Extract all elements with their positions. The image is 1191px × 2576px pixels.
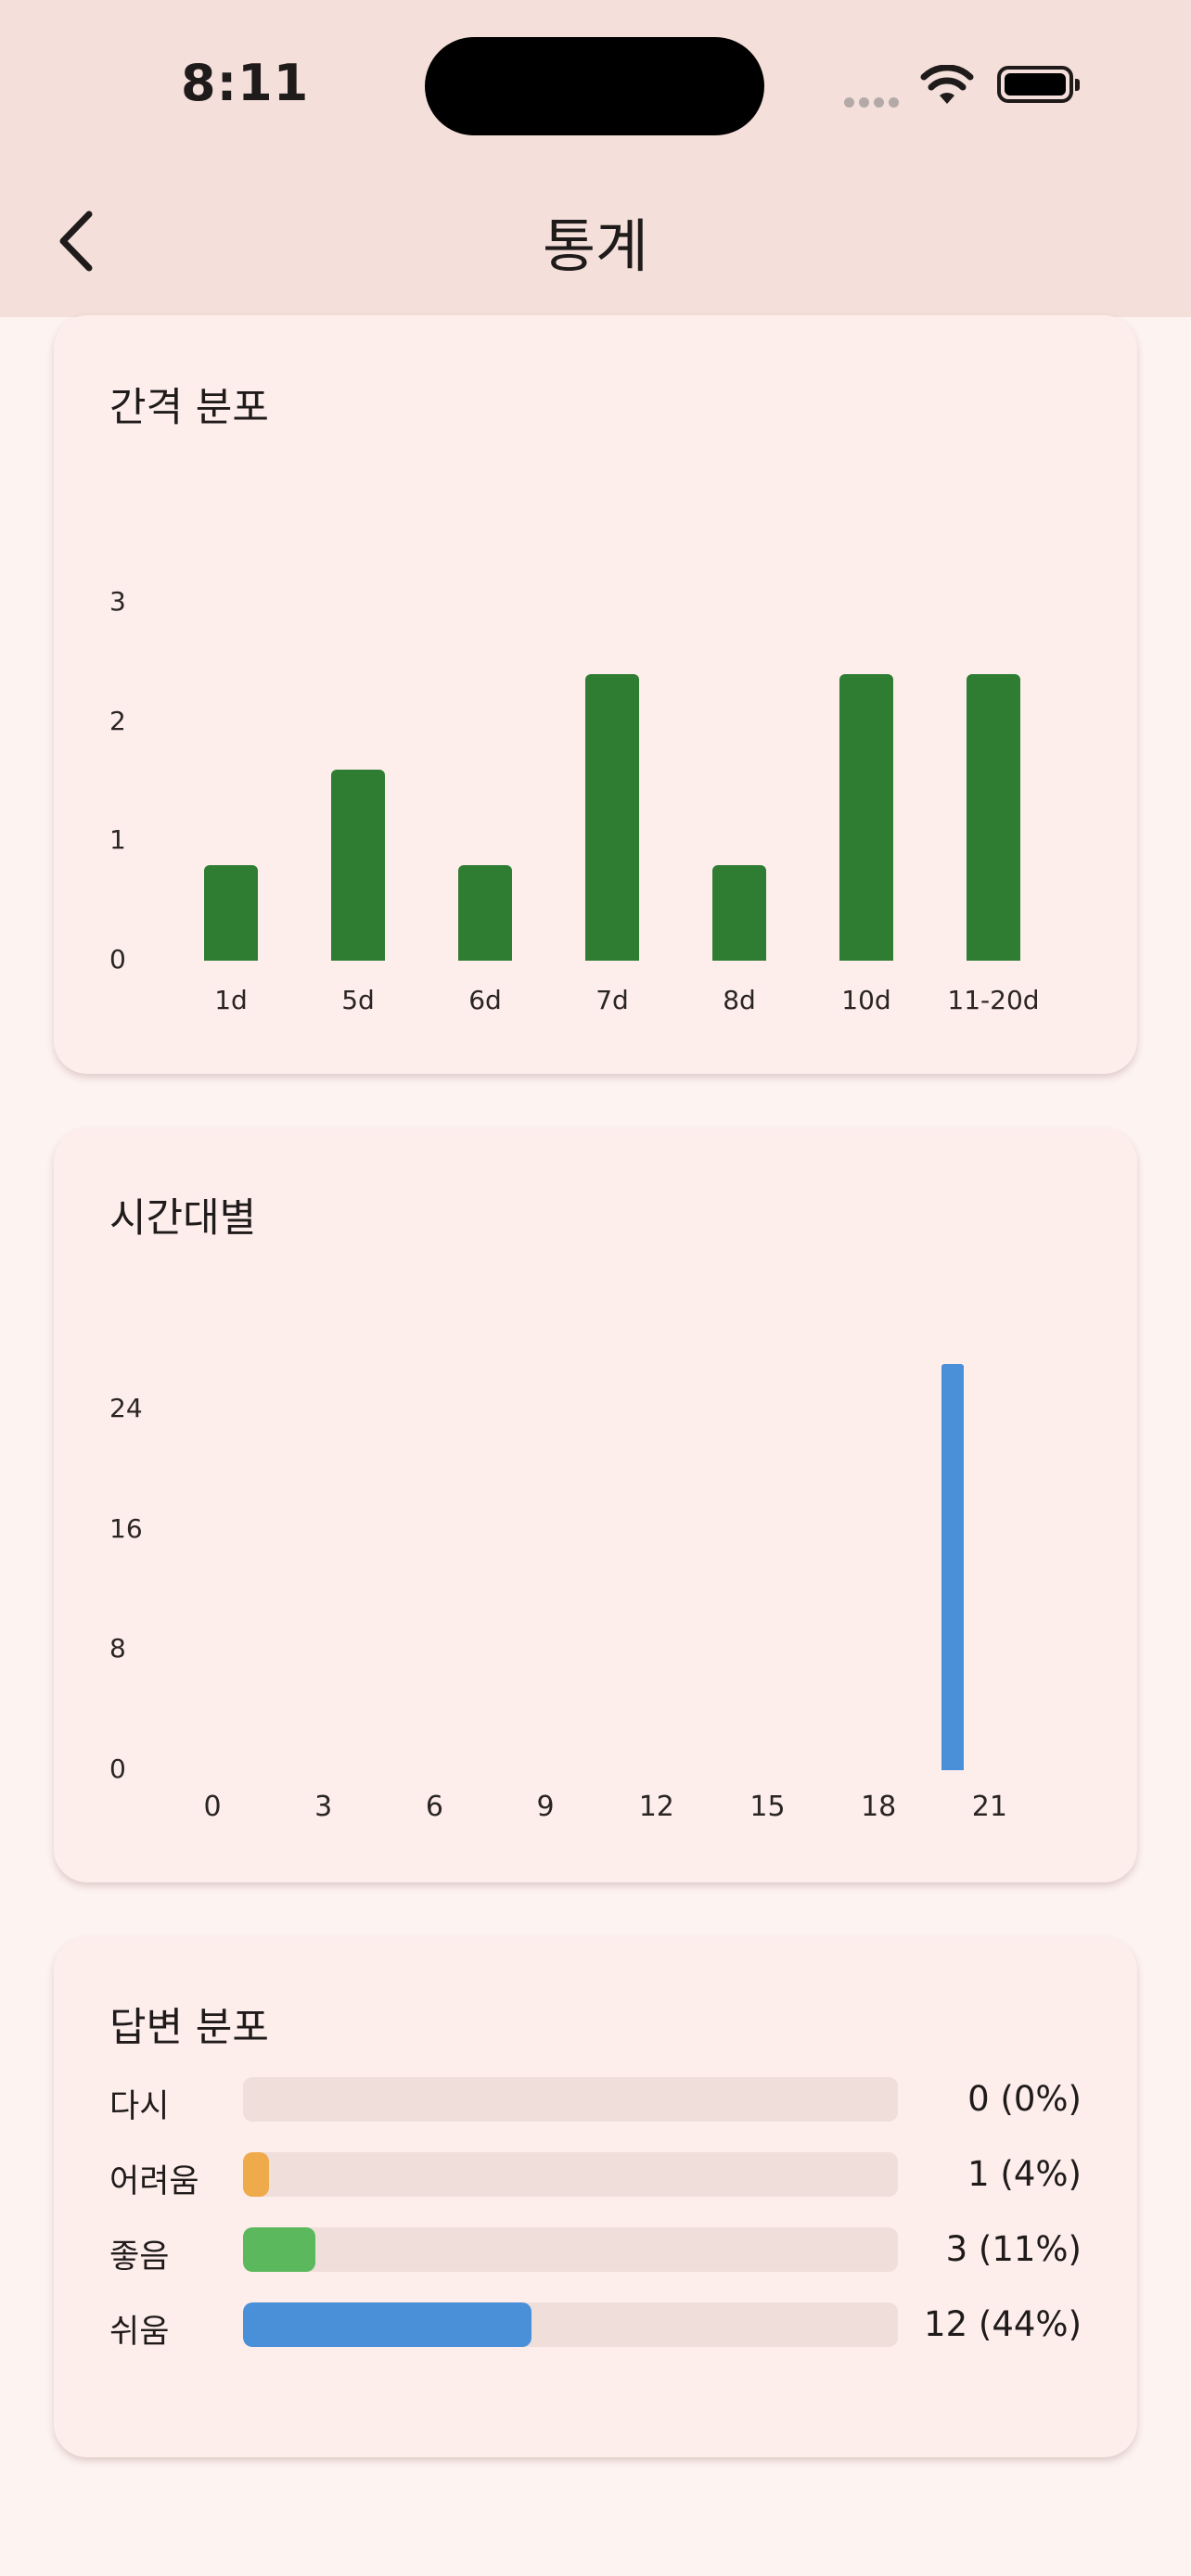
x-axis-tick: 10d — [841, 985, 891, 1015]
x-axis-tick: 18 — [861, 1791, 897, 1823]
x-axis-tick: 6 — [425, 1791, 443, 1823]
x-axis-tick: 1d — [214, 985, 248, 1015]
wifi-icon — [920, 65, 974, 104]
hourly-card: 시간대별 0 8 16 24 0 3 6 9 12 15 18 21 — [54, 1129, 1137, 1882]
app-header: 8:11 통계 — [0, 0, 1191, 317]
interval-bar — [839, 674, 893, 961]
y-axis-tick: 0 — [109, 1753, 126, 1784]
x-axis-tick: 9 — [536, 1791, 555, 1823]
dynamic-island — [425, 37, 764, 135]
interval-bar — [967, 674, 1020, 961]
y-axis-tick: 0 — [109, 944, 126, 975]
interval-bar — [458, 865, 512, 961]
y-axis-tick: 16 — [109, 1512, 143, 1544]
interval-distribution-card: 간격 분포 0 1 2 3 1d 5d 6d 7d 8d 10d 11-20d — [54, 315, 1137, 1074]
answer-count: 1 (4%) — [967, 2154, 1082, 2194]
x-axis-tick: 5d — [341, 985, 375, 1015]
answer-count: 0 (0%) — [967, 2079, 1082, 2119]
answer-progress-bar — [243, 2077, 898, 2122]
cellular-signal-icon — [844, 94, 903, 111]
interval-bar — [331, 770, 385, 961]
y-axis-tick: 24 — [109, 1393, 143, 1423]
x-axis-tick: 7d — [596, 985, 629, 1015]
x-axis-tick: 21 — [971, 1791, 1007, 1823]
answer-label: 어려움 — [109, 2163, 199, 2200]
card-title: 간격 분포 — [109, 385, 269, 431]
y-axis-tick: 8 — [109, 1633, 126, 1664]
answer-count: 3 (11%) — [945, 2229, 1082, 2269]
answer-label: 쉬움 — [109, 2314, 170, 2351]
answer-label: 다시 — [109, 2088, 170, 2125]
x-axis-tick: 3 — [314, 1791, 333, 1823]
page-title: 통계 — [542, 212, 649, 280]
battery-icon — [997, 66, 1080, 103]
status-time: 8:11 — [181, 54, 310, 112]
answer-progress-bar — [243, 2227, 898, 2272]
interval-bar — [585, 674, 639, 961]
answer-progress-fill — [243, 2302, 531, 2347]
x-axis-tick: 6d — [468, 985, 502, 1015]
x-axis-tick: 8d — [723, 985, 756, 1015]
hourly-bar — [941, 1364, 964, 1770]
answer-label: 좋음 — [109, 2238, 170, 2276]
answer-progress-bar — [243, 2302, 898, 2347]
interval-bar — [204, 865, 258, 961]
answer-progress-bar — [243, 2152, 898, 2197]
y-axis-tick: 2 — [109, 705, 126, 736]
card-title: 시간대별 — [109, 1195, 257, 1242]
answer-count: 12 (44%) — [924, 2304, 1082, 2344]
y-axis-tick: 1 — [109, 824, 126, 856]
answer-distribution-card: 답변 분포 다시 0 (0%) 어려움 1 (4%) 좋음 3 (11%) 쉬움 12 (44… — [54, 1937, 1137, 2457]
x-axis-tick: 0 — [203, 1791, 222, 1823]
card-title: 답변 분포 — [109, 2005, 269, 2051]
answer-progress-fill — [243, 2152, 270, 2197]
x-axis-tick: 15 — [749, 1791, 786, 1823]
answer-progress-fill — [243, 2227, 315, 2272]
x-axis-tick: 12 — [638, 1791, 674, 1823]
interval-bar — [712, 865, 766, 961]
x-axis-tick: 11-20d — [947, 985, 1040, 1015]
y-axis-tick: 3 — [109, 586, 126, 617]
